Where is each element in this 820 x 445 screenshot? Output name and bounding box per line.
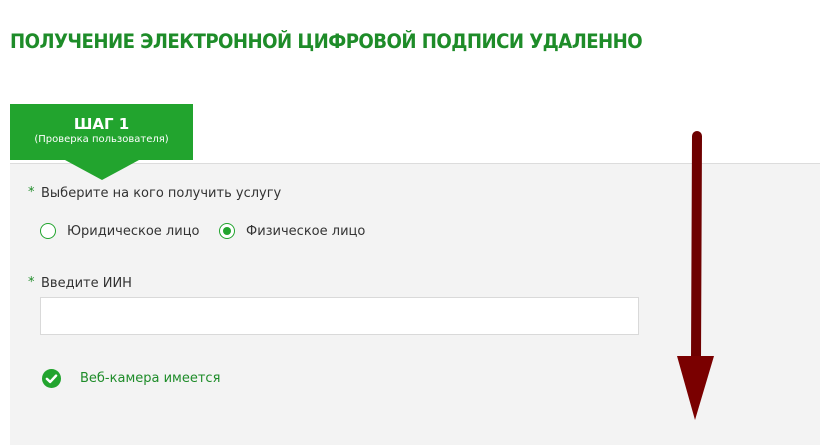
iin-input[interactable] <box>40 297 639 335</box>
radio-button-unchecked[interactable] <box>40 223 56 239</box>
iin-label-text: Введите ИИН <box>41 276 132 291</box>
check-circle-icon <box>42 369 61 388</box>
applicant-type-label-text: Выберите на кого получить услугу <box>41 186 282 201</box>
radio-legal-entity-label[interactable]: Юридическое лицо <box>67 224 200 239</box>
radio-button-checked[interactable] <box>219 223 235 239</box>
webcam-status: Веб-камера имеется <box>42 369 220 388</box>
applicant-type-label: * Выберите на кого получить услугу <box>28 185 282 201</box>
radio-individual[interactable]: Физическое лицо <box>219 221 365 241</box>
required-mark: * <box>28 185 35 200</box>
required-mark: * <box>28 275 35 290</box>
down-arrow-icon <box>677 131 714 420</box>
step-title: ШАГ 1 <box>73 115 130 133</box>
webcam-status-text: Веб-камера имеется <box>80 371 221 386</box>
iin-label: * Введите ИИН <box>28 275 132 291</box>
page-title: ПОЛУЧЕНИЕ ЭЛЕКТРОННОЙ ЦИФРОВОЙ ПОДПИСИ У… <box>10 30 643 53</box>
radio-legal-entity[interactable]: Юридическое лицо <box>40 221 200 241</box>
radio-individual-label[interactable]: Физическое лицо <box>246 224 365 239</box>
step-subtitle: (Проверка пользователя) <box>34 134 169 145</box>
step-tab: ШАГ 1 (Проверка пользователя) <box>10 104 193 180</box>
